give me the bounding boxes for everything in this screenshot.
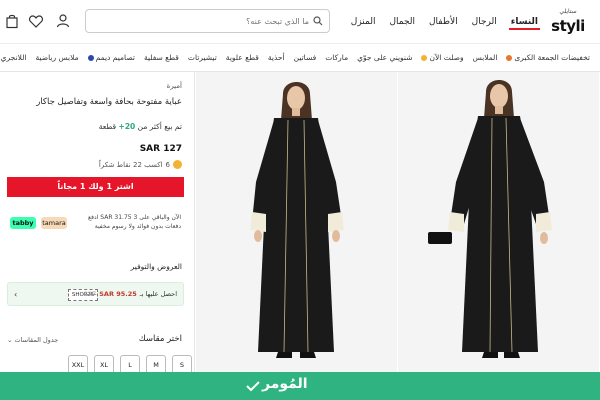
category-bar: تخفيضات الجمعة الكبرى الملابس وصلت الآن شنو… xyxy=(0,44,600,72)
banner-logo-icon xyxy=(246,381,260,392)
tabby-logo[interactable]: tabby xyxy=(10,217,36,229)
size-guide-label: جدول المقاسات xyxy=(14,336,59,344)
category-item-1[interactable]: الملابس xyxy=(473,52,498,64)
logo-arabic: ستايلي xyxy=(559,8,577,15)
model-illustration-side xyxy=(398,72,599,372)
category-item-11[interactable]: ملابس رياضية xyxy=(35,52,78,64)
user-icon[interactable] xyxy=(55,13,71,29)
coupon-old-price: 127 xyxy=(83,290,97,298)
category-label: أحذية xyxy=(267,53,285,62)
flag-icon xyxy=(87,55,94,61)
loyalty-points: 6 اكسب 22 نقاط شكراً xyxy=(99,160,182,169)
category-label: ملابس رياضية xyxy=(35,53,79,62)
coupon-label: احصل عليها بـ xyxy=(139,290,177,298)
search-input[interactable] xyxy=(109,13,309,29)
coupon-text: احصل عليها بـ SAR 95.25 127 xyxy=(84,290,177,298)
main-nav: النساء الرجال الأطفال الجمال المنزل xyxy=(349,14,540,30)
nav-kids[interactable]: الأطفال xyxy=(427,14,460,30)
category-item-7[interactable]: قطع علوية xyxy=(226,52,259,64)
nav-home[interactable]: المنزل xyxy=(349,14,378,30)
star-icon xyxy=(421,55,428,61)
logo-english: styli xyxy=(551,17,585,35)
shopping-bag-icon[interactable] xyxy=(4,13,20,29)
category-item-12[interactable]: اللانجري xyxy=(1,52,27,64)
points-qty: 6 xyxy=(165,160,170,169)
category-item-0[interactable]: تخفيضات الجمعة الكبرى xyxy=(506,52,590,64)
category-item-5[interactable]: فساتين xyxy=(294,52,317,64)
search-icon[interactable] xyxy=(313,16,323,26)
category-label: قطع سفلية xyxy=(143,53,179,62)
sold-suffix: قطعة xyxy=(98,122,117,131)
category-item-10[interactable]: تصاميم ديمم xyxy=(87,52,135,64)
installments-box: tabby tamara ادفع SAR 31.75 الآن والباقي… xyxy=(7,212,184,240)
category-label: تخفيضات الجمعة الكبرى xyxy=(514,53,590,62)
category-item-3[interactable]: شنويني على جوّي xyxy=(357,52,412,64)
points-text: اكسب 22 نقاط شكراً xyxy=(98,160,163,169)
coin-icon xyxy=(173,160,182,169)
add-to-cart-button[interactable]: اشتر 1 ولك 1 مجاناً xyxy=(7,177,184,197)
category-label: شنويني على جوّي xyxy=(357,53,413,62)
nav-men[interactable]: الرجال xyxy=(470,14,499,30)
installments-text: ادفع SAR 31.75 الآن والباقي على 3 دفعات … xyxy=(87,214,181,230)
category-label: فساتين xyxy=(293,53,317,62)
category-label: الملابس xyxy=(472,53,498,62)
chevron-down-icon: ⌄ xyxy=(7,336,13,344)
product-info-panel: أميرة عباية مفتوحة بحافة واسعة وتفاصيل ج… xyxy=(0,72,195,400)
category-label: ماركات xyxy=(325,53,349,62)
category-label: اللانجري xyxy=(0,53,27,62)
sold-count: 20+ xyxy=(118,122,136,131)
size-guide-link[interactable]: ⌄ جدول المقاسات xyxy=(7,336,58,344)
category-item-8[interactable]: تيشيرتات xyxy=(188,52,217,64)
chevron-left-icon: ‹ xyxy=(14,290,18,299)
category-label: تيشيرتات xyxy=(187,53,217,62)
category-item-9[interactable]: قطع سفلية xyxy=(144,52,179,64)
category-label: تصاميم ديمم xyxy=(95,53,135,62)
product-image-side[interactable] xyxy=(398,72,599,372)
category-label: وصلت الآن xyxy=(429,53,464,62)
coupon-offer[interactable]: ‹ SHOP25 احصل عليها بـ SAR 95.25 127 xyxy=(7,282,184,306)
nav-women[interactable]: النساء xyxy=(508,14,540,30)
category-list: تخفيضات الجمعة الكبرى الملابس وصلت الآن شنو… xyxy=(0,52,590,64)
tamara-logo[interactable]: tamara xyxy=(41,217,67,229)
size-heading: اختر مقاسك xyxy=(138,334,182,344)
styli-logo[interactable]: ستايلي styli xyxy=(550,8,586,36)
coupon-new-price: SAR 95.25 xyxy=(99,290,137,298)
sold-prefix: تم بيع أكثر من xyxy=(137,122,182,131)
heart-icon[interactable] xyxy=(28,13,44,29)
model-illustration-front xyxy=(196,72,397,372)
category-item-6[interactable]: أحذية xyxy=(268,52,285,64)
fire-icon xyxy=(506,55,513,61)
product-title: عباية مفتوحة بحافة واسعة وتفاصيل جاكار xyxy=(36,97,182,107)
offers-heading: العروض والتوفير xyxy=(130,262,182,271)
nav-beauty[interactable]: الجمال xyxy=(387,14,417,30)
search-box xyxy=(85,9,330,33)
banner-text: المُومر xyxy=(262,376,308,392)
product-brand[interactable]: أميرة xyxy=(167,82,182,90)
site-header: ستايلي styli النساء الرجال الأطفال الجما… xyxy=(0,0,600,44)
category-item-4[interactable]: ماركات xyxy=(325,52,348,64)
category-item-2[interactable]: وصلت الآن xyxy=(421,52,464,64)
category-label: قطع علوية xyxy=(225,53,259,62)
sold-count-text: تم بيع أكثر من 20+ قطعة xyxy=(99,122,182,131)
product-image-front[interactable] xyxy=(196,72,397,372)
watermark-banner: المُومر xyxy=(0,372,600,400)
product-price: SAR 127 xyxy=(139,144,182,154)
